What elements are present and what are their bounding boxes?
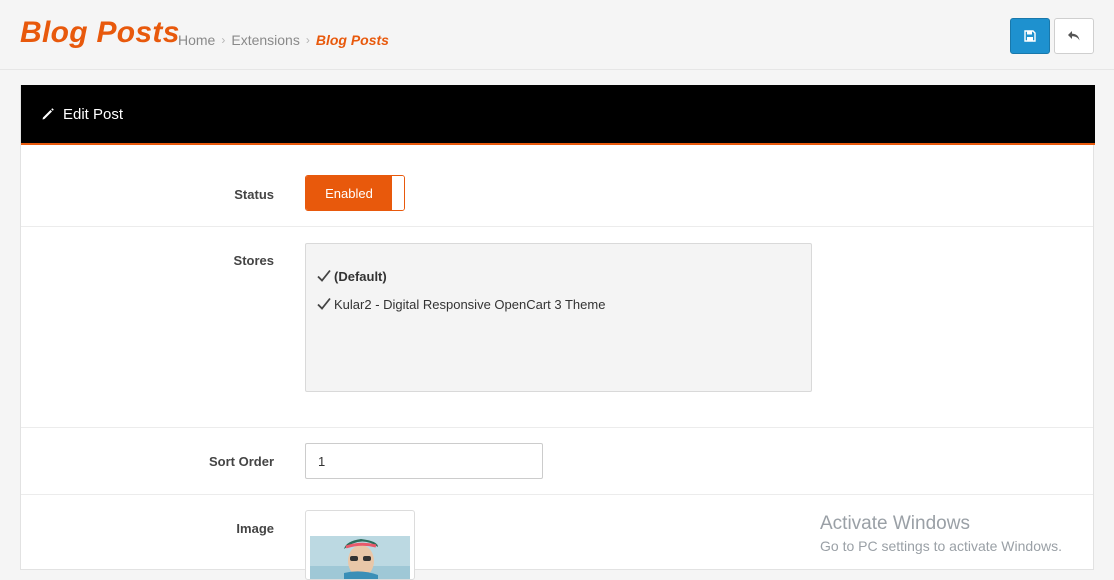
windows-activation-watermark: Activate Windows Go to PC settings to ac… (820, 513, 1062, 554)
breadcrumb-home[interactable]: Home (178, 32, 215, 48)
breadcrumb-extensions[interactable]: Extensions (231, 32, 299, 48)
stores-checklist: (Default) Kular2 - Digital Responsive Op… (305, 243, 812, 392)
stores-row: Stores (Default) Kular2 - Digital Respon… (21, 227, 1093, 428)
watermark-title: Activate Windows (820, 513, 970, 534)
panel-title: Edit Post (63, 105, 124, 123)
stores-label: Stores (233, 253, 274, 268)
sort-order-label: Sort Order (208, 454, 274, 469)
sort-order-row: Sort Order (21, 428, 1093, 495)
breadcrumb-separator: › (305, 33, 310, 47)
checkbox-checked-icon[interactable] (316, 268, 332, 284)
page-title: Blog Posts (20, 16, 180, 49)
checkbox-checked-icon[interactable] (316, 296, 332, 312)
page-header: Blog Posts Home › Extensions › Blog Post… (0, 0, 1114, 70)
edit-post-panel: Edit Post Status Enabled Stores (Default… (20, 85, 1095, 580)
image-label: Image (236, 521, 274, 536)
status-toggle-label: Enabled (306, 176, 392, 210)
back-button[interactable] (1054, 18, 1094, 54)
panel-heading: Edit Post (21, 85, 1095, 145)
reply-icon (1068, 31, 1080, 41)
store-option-kular2[interactable]: Kular2 - Digital Responsive OpenCart 3 T… (316, 290, 801, 318)
status-label: Status (234, 187, 274, 202)
sort-order-input[interactable] (305, 443, 543, 479)
save-icon (1024, 30, 1036, 42)
breadcrumb-separator: › (221, 33, 226, 47)
breadcrumb-blog-posts[interactable]: Blog Posts (316, 32, 389, 48)
store-option-label: Kular2 - Digital Responsive OpenCart 3 T… (334, 296, 606, 312)
store-option-label: (Default) (334, 268, 387, 284)
status-toggle-handle[interactable] (391, 176, 404, 210)
status-toggle[interactable]: Enabled (305, 175, 405, 211)
status-row: Status Enabled (21, 147, 1093, 227)
store-option-default[interactable]: (Default) (316, 262, 801, 290)
watermark-subtitle: Go to PC settings to activate Windows. (820, 538, 1062, 554)
save-button[interactable] (1010, 18, 1050, 54)
breadcrumb: Home › Extensions › Blog Posts (178, 32, 389, 48)
pencil-icon (42, 108, 54, 120)
